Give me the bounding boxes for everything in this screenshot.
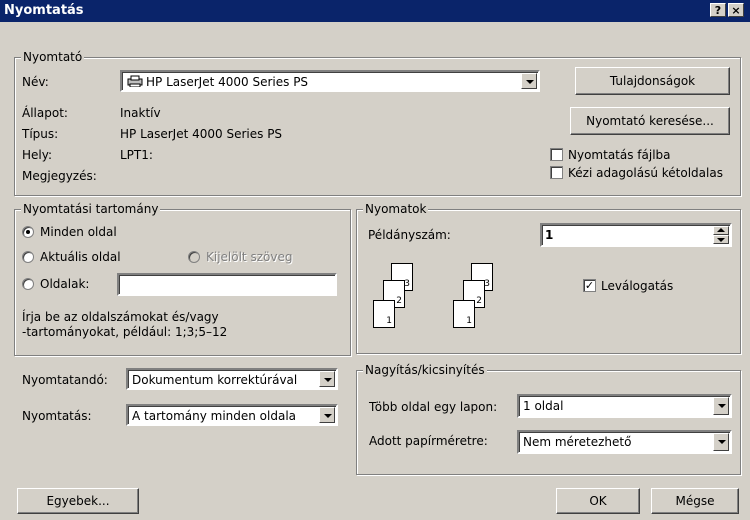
scale-value: Nem méretezhető [523,435,632,449]
type-value: HP LaserJet 4000 Series PS [120,127,283,141]
printer-icon [126,75,143,88]
collate-label: Leválogatás [601,279,674,293]
current-page-radio[interactable] [22,251,34,263]
copies-count-input[interactable]: 1 [540,223,732,247]
spin-down-icon[interactable] [713,235,729,244]
page-range-group-label: Nyomtatási tartomány [21,202,161,216]
chevron-down-icon[interactable] [713,433,729,451]
selection-label: Kijelölt szöveg [206,250,293,264]
copies-group-label: Nyomatok [363,202,429,216]
status-label: Állapot: [22,106,68,120]
scale-label: Adott papírméretre: [369,434,488,448]
pages-input[interactable] [117,273,337,296]
printer-name-value: HP LaserJet 4000 Series PS [146,75,309,89]
range-hint-line2: -tartományokat, például: 1;3;5–12 [22,325,228,339]
options-button[interactable]: Egyebek... [17,488,139,514]
chevron-down-icon[interactable] [319,407,335,423]
current-page-label: Aktuális oldal [40,250,121,264]
print-pages-dropdown[interactable]: A tartomány minden oldala [126,404,338,426]
title-bar: Nyomtatás ? × [0,0,750,22]
print-what-value: Dokumentum korrektúrával [132,373,298,387]
all-pages-radio[interactable] [22,226,34,238]
help-button[interactable]: ? [710,3,726,17]
pages-label: Oldalak: [40,277,90,291]
collate-checkbox[interactable]: ✓ [583,279,596,292]
find-printer-button[interactable]: Nyomtató keresése... [570,107,730,135]
selection-radio[interactable] [188,251,200,263]
chevron-down-icon[interactable] [521,73,537,89]
range-hint-line1: Írja be az oldalszámokat és/vagy [22,310,219,324]
pages-per-sheet-label: Több oldal egy lapon: [369,400,498,414]
spin-up-icon[interactable] [713,226,729,235]
printer-group-label: Nyomtató [21,50,85,64]
location-value: LPT1: [120,148,153,162]
zoom-group-label: Nagyítás/kicsinyítés [363,363,487,377]
status-value: Inaktív [120,106,161,120]
pages-radio[interactable] [22,278,34,290]
print-pages-label: Nyomtatás: [22,409,92,423]
window-title: Nyomtatás [4,3,84,18]
pages-per-sheet-dropdown[interactable]: 1 oldal [517,394,732,418]
close-button[interactable]: × [728,3,744,17]
print-to-file-checkbox[interactable] [550,148,563,161]
pages-per-sheet-value: 1 oldal [523,399,564,413]
page-icon: 1 [373,300,395,328]
chevron-down-icon[interactable] [319,371,335,387]
print-what-dropdown[interactable]: Dokumentum korrektúrával [126,368,338,390]
copies-count-value: 1 [545,228,554,242]
copies-count-label: Példányszám: [368,228,451,242]
printer-name-label: Név: [22,75,49,89]
comment-label: Megjegyzés: [22,169,97,183]
print-to-file-label: Nyomtatás fájlba [568,148,671,162]
type-label: Típus: [22,127,59,141]
location-label: Hely: [22,148,53,162]
page-icon: 1 [453,300,475,328]
manual-duplex-checkbox[interactable] [550,166,563,179]
scale-dropdown[interactable]: Nem méretezhető [517,430,732,454]
printer-name-dropdown[interactable]: HP LaserJet 4000 Series PS [120,70,540,92]
properties-button[interactable]: Tulajdonságok [575,67,730,95]
zoom-group: Nagyítás/kicsinyítés [356,363,741,475]
chevron-down-icon[interactable] [713,397,729,415]
all-pages-label: Minden oldal [40,225,117,239]
ok-button[interactable]: OK [556,488,640,514]
print-what-label: Nyomtatandó: [22,373,108,387]
manual-duplex-label: Kézi adagolású kétoldalas [568,166,723,180]
print-pages-value: A tartomány minden oldala [132,409,297,423]
cancel-button[interactable]: Mégse [651,488,739,514]
